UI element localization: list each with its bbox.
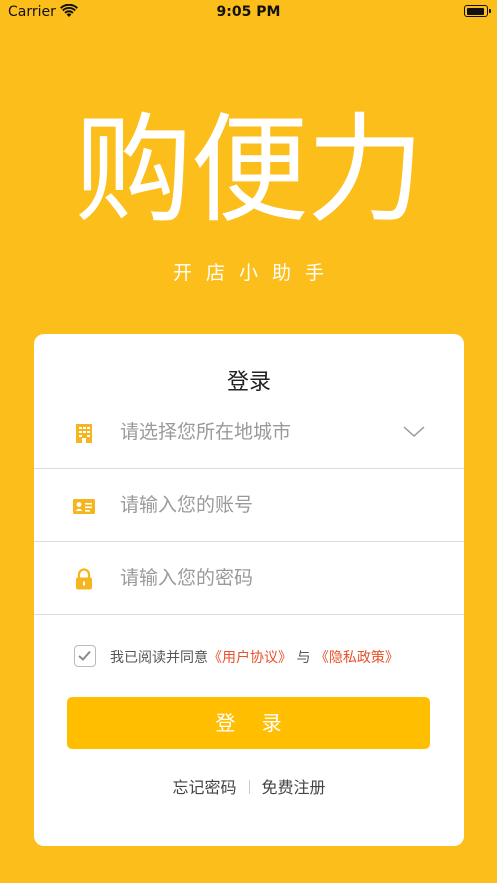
status-time: 9:05 PM: [216, 4, 281, 20]
app-tagline: 开店小助手: [172, 262, 338, 284]
app-logo: 购便力: [74, 101, 424, 239]
city-select-field[interactable]: [120, 396, 390, 468]
forgot-password-link[interactable]: 忘记密码: [172, 778, 236, 797]
password-row: [34, 542, 464, 615]
agreement-conjunction: 与: [296, 650, 311, 666]
login-card: 登录 请选择您所在地城市 请输入您的账号 我已阅读并同意《用户协议》 与 《隐私…: [34, 334, 464, 846]
agreement-text: 我已阅读并同意《用户协议》 与 《隐私政策》: [110, 647, 399, 667]
city-select[interactable]: [34, 396, 464, 469]
agreement-checkbox[interactable]: [74, 645, 96, 667]
chevron-down-icon[interactable]: [402, 424, 426, 440]
status-bar: Carrier 9:05 PM: [0, 0, 497, 26]
lock-icon: [76, 568, 92, 590]
login-button[interactable]: 登 录: [67, 697, 430, 749]
account-input[interactable]: [120, 469, 390, 541]
link-separator: [248, 780, 250, 794]
checkmark-icon: [78, 650, 91, 661]
battery-fill: [466, 7, 484, 15]
account-row: [34, 469, 464, 542]
password-input[interactable]: [120, 542, 390, 614]
id-card-icon: [73, 499, 95, 514]
bottom-links: 忘记密码 免费注册: [34, 774, 464, 798]
user-agreement-link[interactable]: 《用户协议》: [208, 650, 292, 666]
battery-nub: [489, 9, 491, 13]
building-icon: [76, 424, 92, 443]
battery-icon: [464, 5, 491, 17]
agreement-prefix: 我已阅读并同意: [110, 650, 208, 666]
login-title: 登录: [226, 370, 271, 395]
register-link[interactable]: 免费注册: [262, 778, 326, 797]
privacy-policy-link[interactable]: 《隐私政策》: [315, 650, 399, 666]
